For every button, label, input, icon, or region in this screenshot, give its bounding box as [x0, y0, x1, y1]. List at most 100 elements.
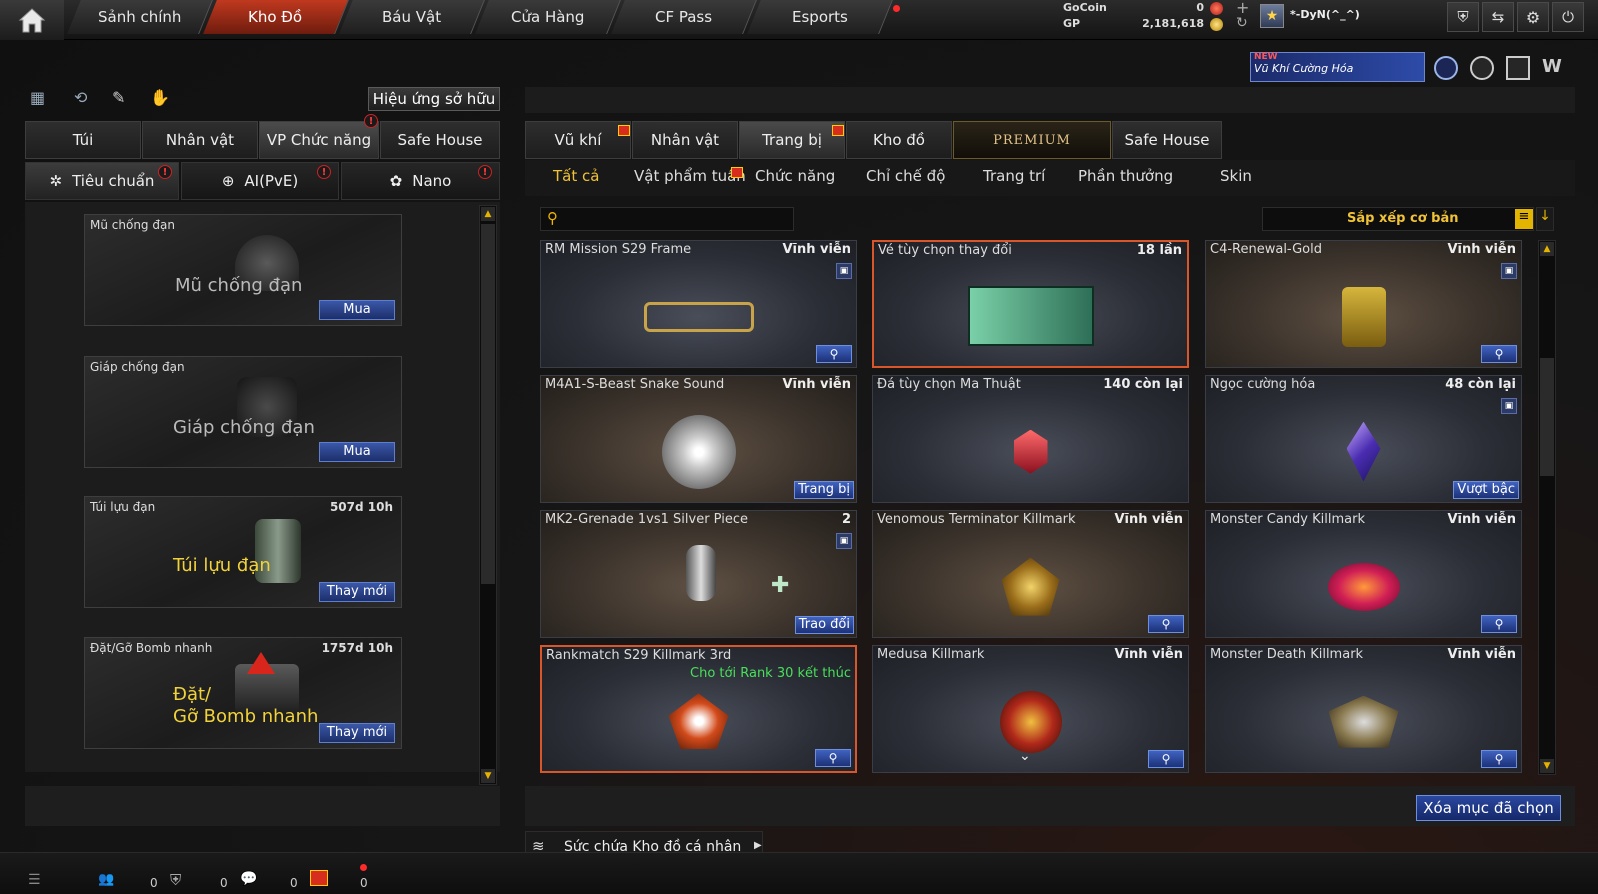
- magnifier-button[interactable]: ⚲: [816, 345, 852, 363]
- chevron-down-icon[interactable]: ⌄: [1019, 748, 1031, 764]
- subtab-nano[interactable]: ✿ Nano: [341, 162, 500, 200]
- left-tab-character[interactable]: Nhân vật: [142, 121, 258, 159]
- sort-direction-button[interactable]: ↓: [1536, 207, 1554, 231]
- stats-icon[interactable]: ▦: [30, 88, 52, 110]
- renew-button[interactable]: Thay mới: [319, 723, 395, 743]
- right-scrollbar-thumb[interactable]: [1540, 358, 1554, 476]
- item-card[interactable]: Ngọc cường hóa 48 còn lại ▣ Vượt bậc: [1205, 375, 1522, 503]
- item-card[interactable]: MK2-Grenade 1vs1 Silver Piece 2 ▣ ✚ Trao…: [540, 510, 857, 638]
- sort-dropdown[interactable]: Sắp xếp cơ bản ≡: [1262, 207, 1534, 231]
- item-card[interactable]: Đá tùy chọn Ma Thuật 140 còn lại: [872, 375, 1189, 503]
- buy-button[interactable]: Mua: [319, 442, 395, 462]
- right-tab-character[interactable]: Nhân vật: [632, 121, 738, 159]
- filter-skin[interactable]: Skin: [1220, 167, 1252, 185]
- settings-button[interactable]: ⚙: [1517, 2, 1549, 32]
- delete-selected-button[interactable]: Xóa mục đã chọn: [1416, 795, 1561, 821]
- nav-tab-treasure[interactable]: Báu Vật: [339, 0, 485, 34]
- trash-icon[interactable]: ▣: [836, 533, 852, 549]
- globe-icon[interactable]: [1470, 56, 1494, 80]
- scroll-down-arrow[interactable]: ▼: [1540, 759, 1554, 773]
- nav-tab-shop[interactable]: Cửa Hàng: [475, 0, 621, 34]
- search-input[interactable]: [569, 210, 789, 228]
- trash-icon[interactable]: ▣: [836, 263, 852, 279]
- item-name: Medusa Killmark: [877, 647, 985, 662]
- glove-icon[interactable]: ✋: [150, 88, 172, 110]
- exchange-button[interactable]: Trao đổi: [794, 616, 854, 634]
- event-icon[interactable]: [1434, 56, 1458, 80]
- buy-button[interactable]: Mua: [319, 300, 395, 320]
- gift-icon[interactable]: [310, 870, 328, 886]
- item-card[interactable]: C4-Renewal-Gold Vĩnh viễn ▣ ⚲: [1205, 240, 1522, 368]
- magnifier-button[interactable]: ⚲: [815, 749, 851, 767]
- left-tab-function-items[interactable]: VP Chức năng: [259, 121, 379, 159]
- item-card[interactable]: Medusa Killmark Vĩnh viễn ⌄ ⚲: [872, 645, 1189, 773]
- nav-tab-esports[interactable]: Esports: [747, 0, 893, 34]
- slot-armor[interactable]: Giáp chống đạn Giáp chống đạn Mua: [84, 356, 402, 468]
- exit-room-button[interactable]: ⇆: [1482, 2, 1514, 32]
- menu-icon[interactable]: ☰: [28, 872, 41, 888]
- scroll-up-arrow[interactable]: ▲: [1540, 242, 1554, 256]
- filter-function[interactable]: Chức năng: [755, 167, 835, 185]
- right-tab-storage[interactable]: Kho đồ: [846, 121, 952, 159]
- item-card[interactable]: Rankmatch S29 Killmark 3rd Cho tới Rank …: [540, 645, 857, 773]
- nav-tab-cf-pass[interactable]: CF Pass: [611, 0, 757, 34]
- magnifier-button[interactable]: ⚲: [1481, 345, 1517, 363]
- right-tab-safe-house[interactable]: Safe House: [1112, 121, 1222, 159]
- friends-icon[interactable]: 👥: [98, 872, 114, 887]
- refresh-icon[interactable]: ↻: [1236, 15, 1248, 31]
- magnifier-button[interactable]: ⚲: [1481, 615, 1517, 633]
- slot-title: Túi lựu đạn: [90, 500, 156, 514]
- magnifier-button[interactable]: ⚲: [1481, 750, 1517, 768]
- item-card[interactable]: Monster Death Killmark Vĩnh viễn ⚲: [1205, 645, 1522, 773]
- right-tab-premium[interactable]: PREMIUM: [953, 121, 1111, 159]
- home-button[interactable]: [0, 0, 64, 40]
- slot-helmet[interactable]: Mũ chống đạn Mũ chống đạn Mua: [84, 214, 402, 326]
- filter-mode-only[interactable]: Chỉ chế độ: [866, 167, 945, 185]
- left-tab-bag[interactable]: Túi: [25, 121, 141, 159]
- nav-tab-inventory[interactable]: Kho Đồ: [203, 0, 349, 34]
- scroll-up-arrow[interactable]: ▲: [481, 207, 495, 221]
- list-icon[interactable]: ≡: [1515, 209, 1533, 229]
- right-tab-equipment[interactable]: Trang bị: [739, 121, 845, 159]
- trash-icon[interactable]: ▣: [1501, 263, 1517, 279]
- promo-banner[interactable]: NEW Vũ Khí Cường Hóa: [1250, 52, 1425, 82]
- breakthrough-button[interactable]: Vượt bậc: [1453, 481, 1519, 499]
- renew-button[interactable]: Thay mới: [319, 582, 395, 602]
- subtab-ai-pve[interactable]: ⊕ AI(PvE): [181, 162, 339, 200]
- right-scrollbar[interactable]: [1538, 240, 1556, 775]
- item-card[interactable]: M4A1-S-Beast Snake Sound Vĩnh viễn Trang…: [540, 375, 857, 503]
- filter-decoration[interactable]: Trang trí: [983, 167, 1045, 185]
- history-icon[interactable]: ⟲: [74, 88, 96, 110]
- owned-effects-button[interactable]: Hiệu ứng sở hữu: [368, 87, 500, 111]
- filter-weekly-items[interactable]: Vật phẩm tuần: [634, 167, 746, 185]
- equip-button[interactable]: Trang bị: [794, 481, 854, 499]
- chat-icon[interactable]: 💬: [240, 871, 257, 887]
- clan-shield-icon[interactable]: ⛨: [170, 871, 181, 889]
- home-icon: [18, 8, 46, 33]
- item-name: Vé tùy chọn thay đổi: [878, 243, 1012, 258]
- nav-tab-lobby[interactable]: Sảnh chính: [67, 0, 213, 34]
- filter-rewards[interactable]: Phần thưởng: [1078, 167, 1173, 185]
- item-card[interactable]: RM Mission S29 Frame Vĩnh viễn ▣ ⚲: [540, 240, 857, 368]
- power-button[interactable]: ⏻: [1552, 2, 1584, 32]
- magnifier-button[interactable]: ⚲: [1148, 750, 1184, 768]
- slot-grenade-pouch[interactable]: Túi lựu đạn 507d 10h Túi lựu đạn Thay mớ…: [84, 496, 402, 608]
- paint-icon[interactable]: ✎: [112, 88, 134, 110]
- subtab-standard[interactable]: ✲ Tiêu chuẩn: [25, 162, 179, 200]
- search-box[interactable]: ⚲: [540, 207, 794, 231]
- slot-quick-bomb[interactable]: Đặt/Gỡ Bomb nhanh 1757d 10h Đặt/ Gỡ Bomb…: [84, 637, 402, 749]
- scroll-down-arrow[interactable]: ▼: [481, 769, 495, 783]
- item-card[interactable]: Monster Candy Killmark Vĩnh viễn ⚲: [1205, 510, 1522, 638]
- shield-button[interactable]: ⛨: [1447, 2, 1479, 32]
- vip-icon[interactable]: W: [1542, 56, 1566, 80]
- item-card[interactable]: Venomous Terminator Killmark Vĩnh viễn ⚲: [872, 510, 1189, 638]
- item-status: Vĩnh viễn: [1447, 647, 1516, 662]
- gift-box-icon[interactable]: [1506, 56, 1530, 80]
- item-card[interactable]: Vé tùy chọn thay đổi 18 lần: [872, 240, 1189, 368]
- filter-all[interactable]: Tất cả: [553, 167, 599, 185]
- left-tab-safe-house[interactable]: Safe House: [380, 121, 500, 159]
- right-tab-weapons[interactable]: Vũ khí: [525, 121, 631, 159]
- trash-icon[interactable]: ▣: [1501, 398, 1517, 414]
- left-scrollbar-thumb[interactable]: [481, 224, 495, 584]
- magnifier-button[interactable]: ⚲: [1148, 615, 1184, 633]
